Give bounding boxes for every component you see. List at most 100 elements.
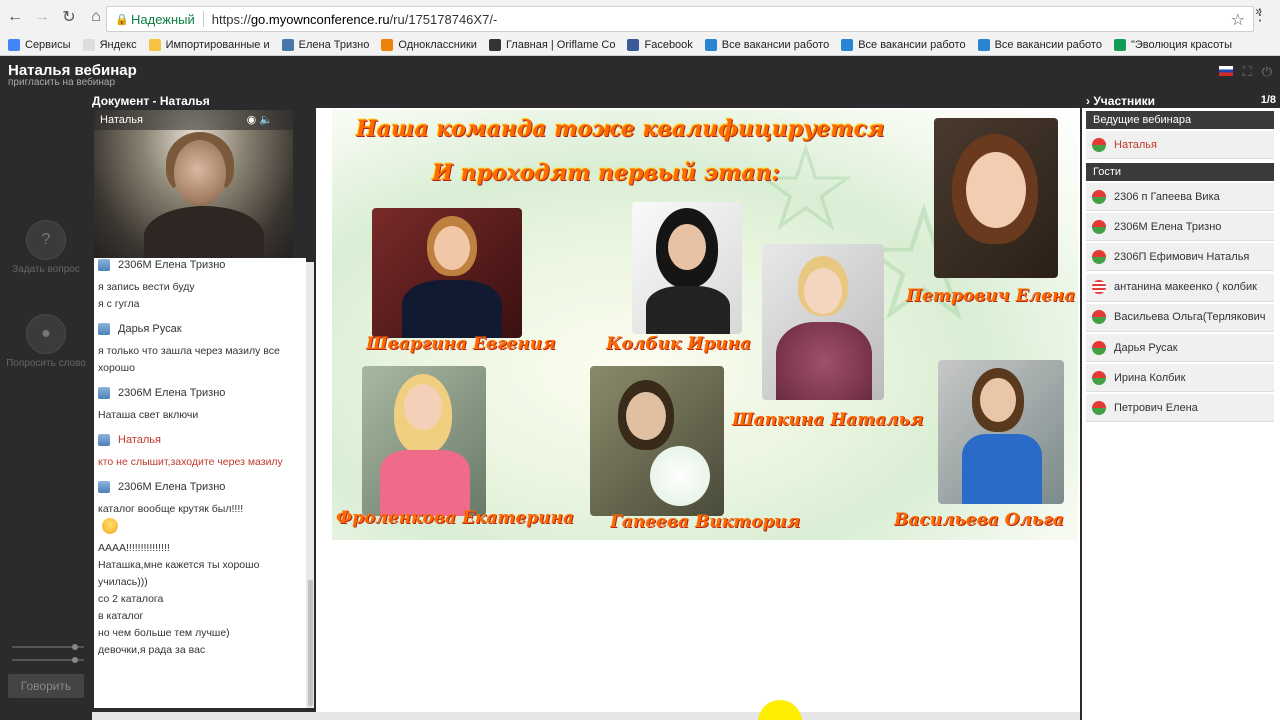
bookmark-item[interactable]: Одноклассники: [381, 38, 477, 51]
chat-message-text: кто не слышит,заходите через мазилу: [94, 450, 306, 473]
participant-name: 2306 п Гапеева Вика: [1114, 190, 1220, 203]
host-row[interactable]: Наталья: [1086, 131, 1274, 159]
address-bar[interactable]: 🔒 Надежный https://go.myownconference.ru…: [106, 6, 1254, 32]
photo-frolenkova: [362, 366, 486, 516]
language-flag-icon[interactable]: [1218, 66, 1233, 76]
slider-knob[interactable]: [72, 657, 78, 663]
bottom-scrollbar[interactable]: [92, 712, 1080, 720]
photo-vasilieva: [938, 360, 1064, 504]
chat-scrollbar-thumb[interactable]: [308, 580, 313, 706]
speak-button[interactable]: Говорить: [8, 674, 84, 698]
guest-row[interactable]: Дарья Русак: [1086, 334, 1274, 362]
folder-icon: [148, 38, 161, 51]
bookmark-item[interactable]: Facebook: [627, 38, 693, 51]
folder-blue-icon: [704, 38, 717, 51]
request-word-button[interactable]: ● Попросить слово: [0, 314, 92, 369]
bookmark-item[interactable]: Импортированные и: [148, 38, 270, 51]
arrow-left-icon: ←: [7, 8, 23, 25]
invite-link[interactable]: пригласить на вебинар: [8, 77, 115, 88]
ask-question-button[interactable]: ? Задать вопрос: [0, 220, 92, 275]
reload-button[interactable]: ↻: [57, 5, 81, 29]
slider-knob[interactable]: [72, 644, 78, 650]
back-button[interactable]: ←: [3, 5, 27, 29]
left-rail: ? Задать вопрос ● Попросить слово Говори…: [0, 94, 92, 720]
power-icon[interactable]: ⏻: [1262, 64, 1272, 80]
chat-line: девочки,я рада за вас: [98, 644, 206, 656]
folder-blue-icon: [977, 38, 990, 51]
photo-body: [402, 280, 502, 338]
flag-by-icon: [1092, 219, 1106, 234]
question-icon: ?: [26, 220, 66, 260]
caption-gapeeva: Гапеева Виктория: [610, 512, 801, 532]
chat-message-author[interactable]: 2306М Елена Тризно: [94, 258, 306, 275]
user-card-icon: [98, 259, 110, 271]
bookmark-item[interactable]: Яндекс: [82, 38, 137, 51]
lock-icon: 🔒: [115, 13, 129, 26]
speaker-icon[interactable]: 🔈: [259, 114, 273, 126]
bookmark-star-icon[interactable]: ☆: [1231, 10, 1245, 30]
forward-button[interactable]: →: [30, 5, 54, 29]
guest-row[interactable]: Васильева Ольга(Терлякович: [1086, 303, 1274, 332]
guest-row[interactable]: антанина макеенко ( колбик: [1086, 273, 1274, 302]
person-icon: ●: [26, 314, 66, 354]
flag-by-icon: [1092, 400, 1106, 415]
oriflame-icon: [488, 38, 501, 51]
flag-by-icon: [1092, 370, 1106, 385]
secure-label: Надежный: [131, 11, 195, 27]
flag-by-icon: [1092, 137, 1106, 152]
participants-header[interactable]: › Участники 1/8: [1082, 94, 1280, 108]
photo-face: [980, 378, 1016, 422]
vk-icon: [281, 38, 294, 51]
bookmark-item[interactable]: Все вакансии работо: [977, 38, 1102, 51]
bookmark-item[interactable]: Елена Тризно: [281, 38, 370, 51]
chat-message-author[interactable]: Наталья: [94, 430, 306, 450]
bookmark-item[interactable]: "Эволюция красоты: [1113, 38, 1232, 51]
bookmark-label: Facebook: [644, 38, 693, 51]
chat-message-author[interactable]: 2306М Елена Тризно: [94, 477, 306, 497]
guest-row[interactable]: Петрович Елена: [1086, 394, 1274, 423]
chat-author-name: Наталья: [118, 434, 161, 446]
photo-face: [804, 268, 842, 314]
flag-us-icon: [1092, 280, 1106, 295]
chat-line: я запись вести буду: [98, 281, 195, 293]
user-card-icon: [98, 387, 110, 399]
speaker-volume-slider[interactable]: [12, 657, 84, 663]
mic-volume-slider[interactable]: [12, 644, 84, 650]
guest-row[interactable]: 2306П Ефимович Наталья: [1086, 243, 1274, 272]
laughing-emoji-icon: [102, 518, 118, 534]
flag-by-icon: [1092, 340, 1106, 355]
chat-line: каталог вообще крутяк был!!!!: [98, 503, 244, 515]
bookmarks-more-button[interactable]: »: [1255, 4, 1262, 18]
guest-row[interactable]: Ирина Колбик: [1086, 364, 1274, 393]
bookmark-label: Импортированные и: [165, 38, 270, 51]
fullscreen-icon[interactable]: ⛶: [1243, 64, 1252, 80]
ask-question-label: Задать вопрос: [12, 264, 80, 275]
request-word-label: Попросить слово: [6, 358, 86, 369]
bookmark-label: Все вакансии работо: [858, 38, 966, 51]
chat-message-author[interactable]: Дарья Русак: [94, 319, 306, 339]
guest-row[interactable]: 2306 п Гапеева Вика: [1086, 183, 1274, 211]
photo-body: [380, 450, 470, 516]
guests-section-header: Гости: [1086, 163, 1274, 181]
caption-shvargina: Шваргина Евгения: [366, 334, 556, 354]
url-text: https://go.myownconference.ru/ru/1751787…: [212, 12, 497, 27]
chat-emoji-line: [98, 518, 302, 540]
bookmark-item[interactable]: Все вакансии работо: [704, 38, 829, 51]
guest-row[interactable]: 2306М Елена Тризно: [1086, 213, 1274, 242]
photo-body: [776, 322, 872, 400]
bookmark-item[interactable]: Главная | Oriflame Co: [488, 38, 615, 51]
photo-shapkina: [762, 244, 884, 400]
bookmark-item[interactable]: Сервисы: [8, 38, 71, 51]
bookmark-label: Елена Тризно: [298, 38, 370, 51]
photo-shvargina: [372, 208, 522, 338]
user-card-icon: [98, 434, 110, 446]
chat-message-author[interactable]: 2306М Елена Тризно: [94, 383, 306, 403]
chat-author-name: 2306М Елена Тризно: [118, 259, 226, 271]
video-name: Наталья: [100, 114, 143, 126]
webcam-icon[interactable]: ◉: [247, 114, 257, 126]
photo-gapeeva: [590, 366, 724, 516]
home-button[interactable]: ⌂: [84, 5, 108, 29]
chat-line: Наташа свет включи: [98, 409, 199, 421]
bookmark-item[interactable]: Все вакансии работо: [841, 38, 966, 51]
flag-by-icon: [1092, 189, 1106, 204]
